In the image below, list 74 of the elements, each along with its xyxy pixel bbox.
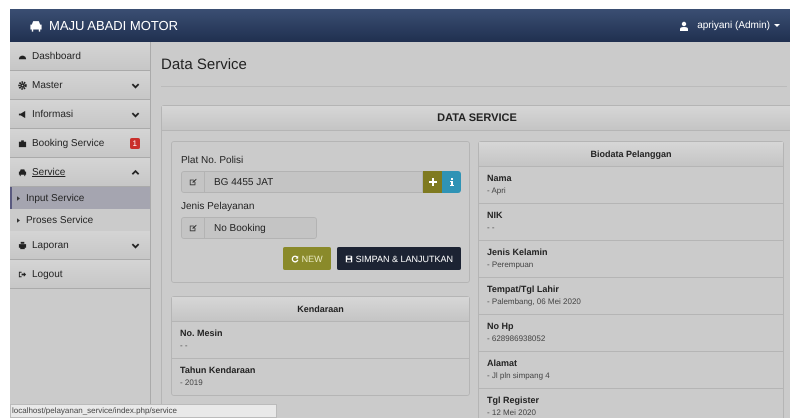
submenu-item[interactable]: Proses Service (10, 209, 150, 231)
info-label: Tahun Kendaraan (180, 365, 256, 375)
megaphone-icon (18, 110, 27, 118)
caret-icon (17, 196, 20, 200)
sidebar-item[interactable]: Master (10, 71, 150, 100)
card-title: Biodata Pelanggan (479, 142, 783, 167)
info-label: No Hp (487, 321, 514, 331)
info-value: - Palembang, 06 Mei 2020 (487, 297, 582, 306)
chevron-icon (131, 80, 140, 90)
sidebar-item[interactable]: Dashboard (10, 42, 150, 71)
info-label: Alamat (487, 358, 518, 368)
info-value: - 628986938052 (487, 334, 546, 343)
sidebar-label: Informasi (32, 108, 74, 120)
sidebar-item[interactable]: Laporan (10, 231, 150, 260)
submenu-label: Proses Service (26, 214, 94, 226)
sidebar-label: Dashboard (32, 50, 81, 62)
input-field[interactable]: No Booking (181, 217, 317, 239)
car-icon (18, 168, 27, 176)
status-bar-url: localhost/pelayanan_service/index.php/service (10, 404, 277, 418)
save-icon (344, 254, 353, 262)
info-value: - - (180, 341, 189, 350)
sidebar-label: Logout (32, 268, 63, 280)
chevron-icon (131, 240, 140, 250)
submenu-item[interactable]: Input Service (10, 187, 150, 209)
info-icon (448, 178, 456, 186)
input-value: BG 4455 JAT (213, 176, 274, 190)
user-menu[interactable]: apriyani (Admin) (679, 20, 780, 31)
caret-icon (774, 24, 780, 28)
add-button[interactable] (423, 171, 442, 193)
info-label: Nama (487, 173, 513, 183)
field-label: Plat No. Polisi (181, 155, 244, 166)
sidebar-item[interactable]: Booking Service 1 (10, 129, 150, 158)
refresh-icon (290, 254, 299, 262)
sidebar-item[interactable]: Informasi (10, 100, 150, 129)
sidebar-label: Booking Service (32, 138, 104, 148)
chevron-icon (131, 110, 140, 118)
sidebar-label: Service (32, 166, 66, 178)
save-button[interactable]: SIMPAN & LANJUTKAN (336, 247, 461, 270)
input-field[interactable]: BG 4455 JAT (181, 171, 423, 193)
sidebar-item[interactable]: Logout (10, 260, 150, 289)
edit-icon (189, 178, 197, 186)
panel-title: DATA SERVICE (162, 106, 790, 131)
brand-name[interactable]: MAJU ABADI MOTOR (49, 18, 178, 33)
info-label: No. Mesin (180, 328, 224, 338)
page-title: Data Service (161, 42, 787, 87)
field-label: Jenis Pelayanan (181, 201, 256, 212)
chevron-icon (131, 168, 140, 176)
logout-icon (18, 270, 27, 278)
info-value: - 2019 (180, 378, 204, 387)
info-value: - 12 Mei 2020 (487, 408, 537, 417)
gear-icon (18, 80, 27, 90)
info-button[interactable] (442, 171, 461, 193)
info-value: - Perempuan (487, 260, 534, 269)
info-label: Tgl Register (487, 395, 540, 405)
info-value: - Apri (487, 186, 507, 195)
info-value: - - (487, 223, 496, 232)
card-title: Kendaraan (172, 297, 469, 322)
submenu-label: Input Service (26, 192, 84, 204)
plus-icon (428, 178, 436, 186)
sidebar-item[interactable]: Service (10, 158, 150, 187)
edit-icon (189, 224, 197, 232)
input-value: No Booking (213, 222, 266, 236)
briefcase-icon (18, 138, 27, 148)
info-label: Tempat/Tgl Lahir (487, 284, 560, 294)
caret-icon (17, 218, 20, 222)
notification-badge: 1 (130, 138, 140, 148)
info-label: Jenis Kelamin (487, 247, 549, 257)
info-label: NIK (487, 210, 504, 220)
car-icon (28, 18, 44, 32)
user-icon (679, 20, 690, 30)
info-value: - Jl pln simpang 4 (487, 371, 551, 380)
sidebar-label: Master (32, 80, 63, 90)
sidebar-label: Laporan (32, 240, 69, 250)
printer-icon (18, 240, 27, 250)
